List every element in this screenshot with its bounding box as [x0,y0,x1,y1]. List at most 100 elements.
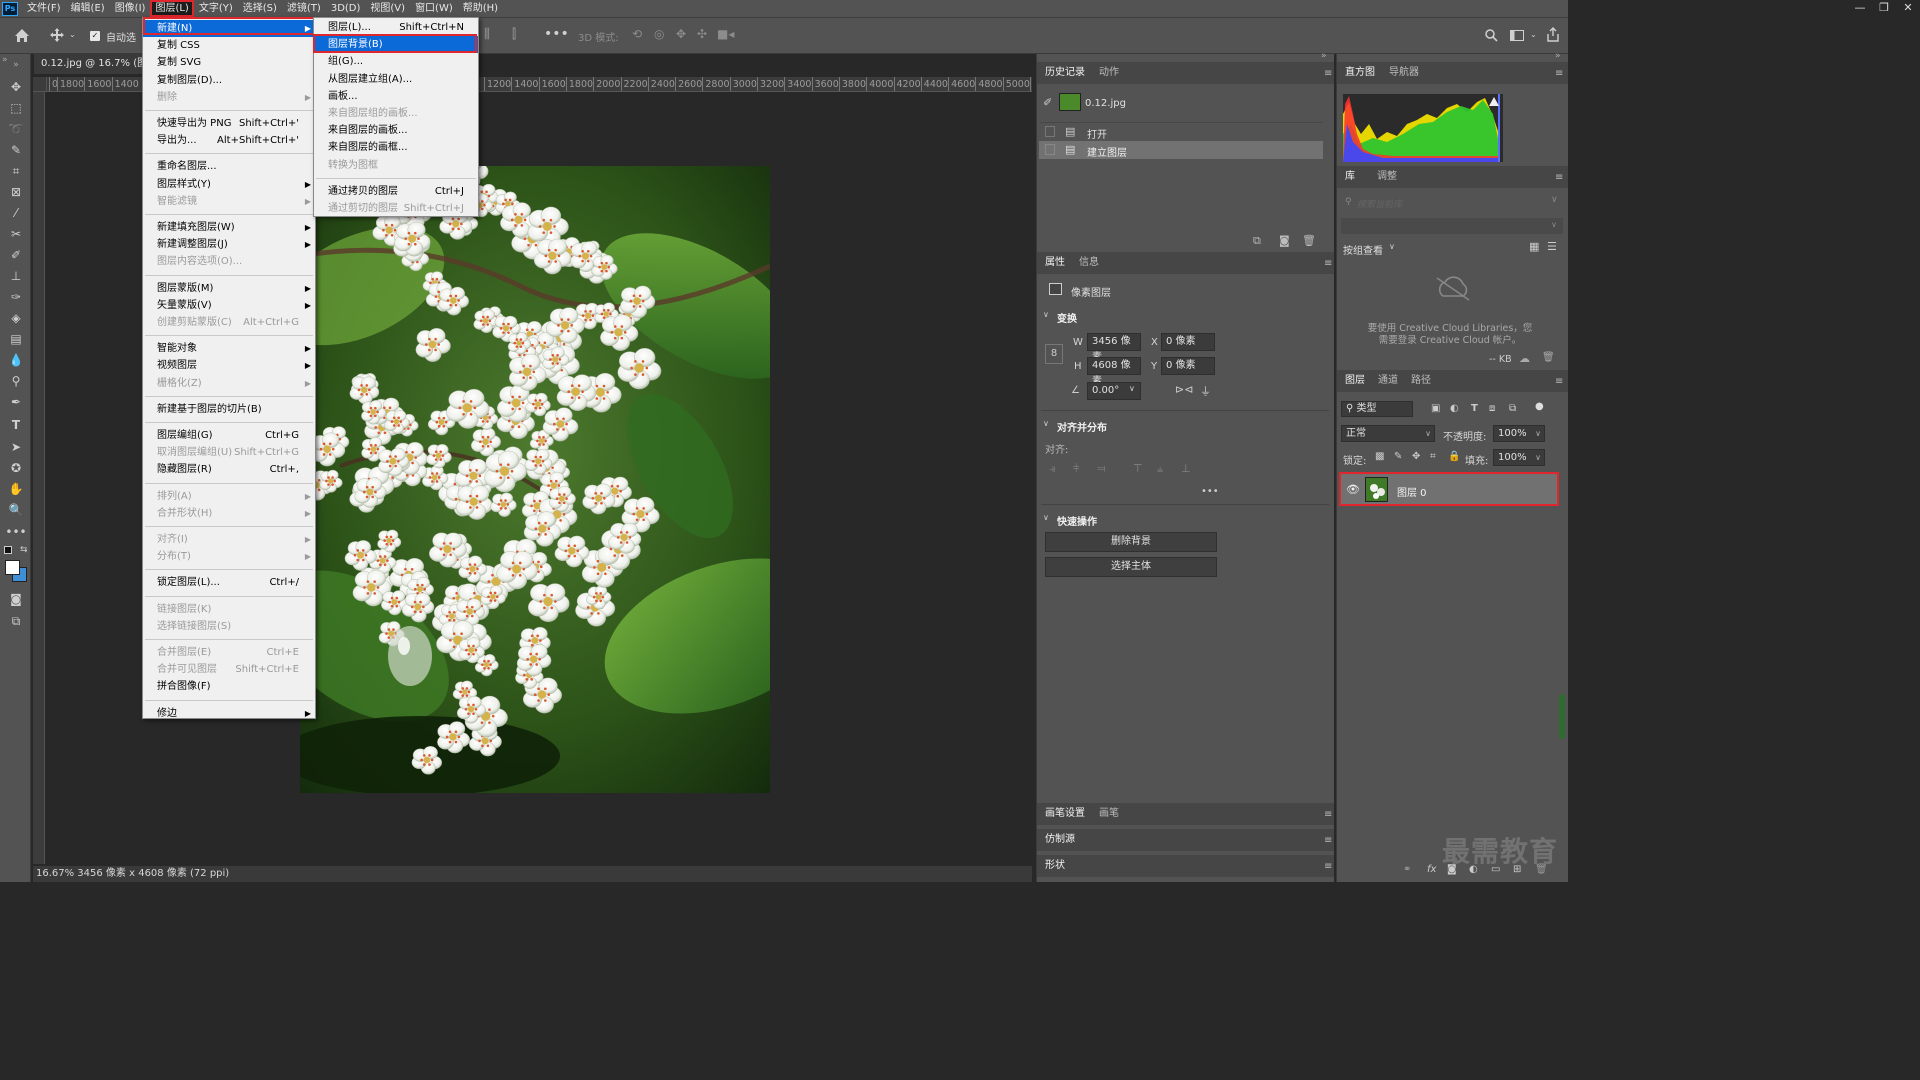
3d-orbit-icon[interactable]: ⟲ [632,27,642,41]
menu-edit[interactable]: 编辑(E) [66,0,110,17]
3d-scale-icon[interactable]: ■◂ [717,27,734,41]
align-middle-icon[interactable]: ⫨ [1157,462,1163,476]
layer-row-layer0[interactable]: 👁 图层 0 [1339,472,1559,506]
collapse-panels-icon[interactable]: » [1321,51,1327,61]
new-submenu-item[interactable]: 图层背景(B) [314,36,478,54]
collapse-toolbar-icon[interactable]: » [5,56,27,74]
eraser-icon[interactable]: ◈ [5,309,27,327]
align-center-h-icon[interactable]: ⫩ [1073,462,1079,476]
screen-mode-icon[interactable]: ⧉ [5,612,27,630]
new-submenu-item[interactable]: 通过拷贝的图层 Ctrl+J [314,183,478,200]
layer-menu-item[interactable]: 链接图层(K) [143,601,315,618]
delete-layer-icon[interactable]: 🗑 [1535,864,1548,875]
library-select[interactable]: ∨ [1341,218,1563,234]
marquee-icon[interactable]: ⬚ [5,99,27,117]
layer-menu-item[interactable]: 复制图层(D)... [143,72,315,89]
menu-3d[interactable]: 3D(D) [326,0,366,17]
tab-channels[interactable]: 通道 [1378,370,1398,392]
lock-transparency-icon[interactable]: ▩ [1375,451,1384,462]
lock-pixels-icon[interactable]: ✎ [1394,451,1402,462]
swap-colors-icon[interactable]: ⇆ [20,545,28,555]
layer-menu-item[interactable]: 选择链接图层(S) [143,618,315,635]
filter-smart-object-icon[interactable]: ⧉ [1509,403,1516,414]
tab-histogram[interactable]: 直方图 [1345,62,1375,84]
menu-image[interactable]: 图像(I) [110,0,151,17]
shape-icon[interactable]: ✪ [5,459,27,477]
tab-info[interactable]: 信息 [1079,252,1099,274]
new-submenu-item[interactable]: 画板... [314,88,478,105]
histogram-menu-icon[interactable]: ≡ [1555,68,1563,79]
clone-menu-icon[interactable]: ≡ [1324,835,1332,846]
align-left-icon[interactable]: ⫣ [1049,462,1056,476]
opacity-field[interactable]: 100% ∨ [1493,425,1545,442]
tab-adjustments[interactable]: 调整 [1377,166,1397,188]
cloud-icon[interactable]: ☁ [1519,352,1530,365]
width-field[interactable]: 3456 像素 [1087,333,1141,363]
chevron-down-icon[interactable]: ∨ [1043,419,1049,428]
quick-mask-icon[interactable]: ◙ [5,590,27,608]
layer-menu-item[interactable]: 新建填充图层(W) ▶ [143,219,315,236]
new-submenu-item[interactable]: 图层(L)... Shift+Ctrl+N [314,19,478,36]
workspace-chevron-icon[interactable]: ⌄ [1530,30,1537,39]
angle-chevron-icon[interactable]: ∨ [1129,384,1135,393]
default-colors-icon[interactable] [4,546,12,554]
layer-menu-item[interactable]: 导出为... Alt+Shift+Ctrl+' [143,132,315,149]
layer-style-icon[interactable]: fx [1427,864,1436,875]
lock-all-icon[interactable]: 🔒 [1448,451,1460,462]
layer-menu-item[interactable]: 栅格化(Z) ▶ [143,375,315,392]
chevron-down-icon[interactable]: ⌄ [69,30,76,39]
flip-horizontal-icon[interactable]: ⊳⊲ [1175,383,1193,396]
chevron-down-icon[interactable]: ∨ [1043,513,1049,522]
share-icon[interactable] [1546,27,1560,42]
layer-menu-item[interactable]: 复制 CSS [143,37,315,54]
layer-menu-item[interactable]: 拼合图像(F) [143,678,315,695]
tab-paths[interactable]: 路径 [1411,370,1431,392]
tab-brush-settings[interactable]: 画笔设置 [1045,803,1085,825]
clone-stamp-icon[interactable]: ⊥ [5,267,27,285]
shape-menu-icon[interactable]: ≡ [1324,861,1332,872]
blur-icon[interactable]: 💧 [5,351,27,369]
align-bottom-icon[interactable]: ⊥ [1181,462,1191,475]
history-snapshot[interactable]: ✐ 0.12.jpg [1039,90,1323,116]
more-options-icon[interactable]: ••• [544,26,569,42]
gradient-icon[interactable]: ▤ [5,330,27,348]
layer-menu-item[interactable]: 合并图层(E) Ctrl+E [143,644,315,661]
layer-menu-item[interactable]: 创建剪贴蒙版(C) Alt+Ctrl+G [143,314,315,331]
3d-slide-icon[interactable]: ✣ [697,27,707,41]
new-submenu-item[interactable]: 组(G)... [314,53,478,70]
history-menu-icon[interactable]: ≡ [1324,68,1332,79]
view-by-group-label[interactable]: 按组查看 [1343,242,1383,257]
layer-menu-item[interactable]: 合并可见图层 Shift+Ctrl+E [143,661,315,678]
menu-filter[interactable]: 滤镜(T) [282,0,326,17]
layer-menu-item[interactable]: 锁定图层(L)... Ctrl+/ [143,574,315,591]
layer-menu-item[interactable]: 隐藏图层(R) Ctrl+, [143,461,315,478]
fill-field[interactable]: 100% ∨ [1493,449,1545,466]
dodge-icon[interactable]: ⚲ [5,372,27,390]
link-layers-icon[interactable]: ⚭ [1403,864,1411,875]
3d-pan-icon[interactable]: ✥ [676,27,686,41]
layer-menu-item[interactable]: 排列(A) ▶ [143,488,315,505]
history-brush-icon[interactable]: ✑ [5,288,27,306]
new-submenu-item[interactable]: 来自图层的画板... [314,122,478,139]
align-bottom-icon[interactable]: ⫿ [512,27,516,42]
align-right-icon[interactable]: ⫤ [1097,462,1105,476]
height-field[interactable]: 4608 像素 [1087,357,1141,387]
layer-menu-item[interactable]: 图层编组(G) Ctrl+G [143,427,315,444]
x-field[interactable]: 0 像素 [1161,333,1215,351]
layer-menu-item[interactable]: 复制 SVG [143,54,315,71]
layer-menu-item[interactable]: 图层蒙版(M) ▶ [143,280,315,297]
layer-menu-item[interactable]: 图层内容选项(O)... [143,253,315,270]
auto-select-checkbox[interactable]: ✓ [90,31,100,41]
step-checkbox[interactable] [1045,126,1055,137]
menu-type[interactable]: 文字(Y) [194,0,238,17]
menu-help[interactable]: 帮助(H) [458,0,503,17]
new-submenu-item[interactable]: 来自图层的画框... [314,139,478,156]
tab-history[interactable]: 历史记录 [1045,62,1085,84]
close-button[interactable]: ✕ [1896,0,1920,17]
filter-toggle-icon[interactable]: ● [1535,401,1544,412]
layer-name[interactable]: 图层 0 [1397,484,1427,499]
layer-menu-item[interactable]: 新建(N) ▶ [143,20,315,37]
chevron-down-icon[interactable]: ∨ [1389,242,1395,251]
crop-icon[interactable]: ⌗ [5,162,27,180]
quick-select-icon[interactable]: ✎ [5,141,27,159]
